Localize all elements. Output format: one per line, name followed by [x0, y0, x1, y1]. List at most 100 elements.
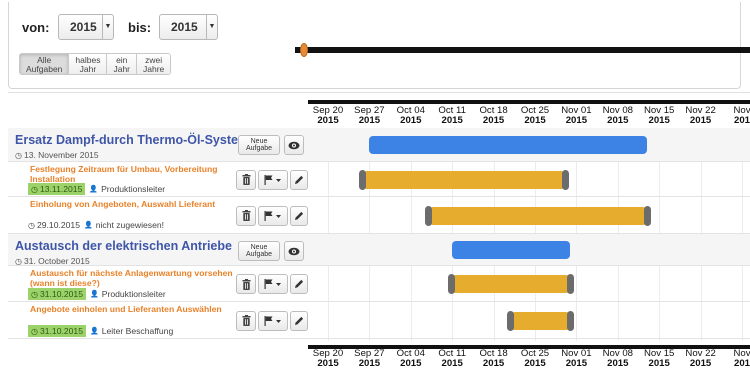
range-two-years-button[interactable]: zwei Jahre	[137, 54, 171, 74]
timeline-header-bottom: Sep 20 2015 Sep 27 2015 Oct 04 2015 Oct 11 2015…	[308, 349, 750, 369]
task-assignee: Produktionsleiter	[101, 184, 166, 194]
task-date-badge: ◷ 29.10.2015	[28, 220, 80, 230]
flag-icon	[264, 279, 282, 289]
task-row: Angebote einholen und Lieferanten Auswäh…	[8, 302, 750, 339]
from-label: von:	[22, 20, 50, 35]
task-title[interactable]: Einholung von Angeboten, Auswahl Liefera…	[30, 199, 248, 209]
timeline-tick: Oct 04 2015	[396, 106, 425, 126]
project-date: ◷ 31. October 2015	[15, 256, 90, 266]
timeline-tick: Sep 20 2015	[312, 106, 344, 126]
delete-task-button[interactable]	[236, 169, 256, 190]
range-half-year-button[interactable]: halbes Jahr	[69, 54, 108, 74]
view-button[interactable]	[284, 241, 304, 261]
divider	[8, 92, 750, 93]
task-title[interactable]: Festlegung Zeitraum für Umbau, Vorbereit…	[30, 164, 248, 184]
task-date-badge: ◷ 31.10.2015	[28, 288, 86, 300]
range-button-group: Alle Aufgaben halbes Jahr ein Jahr zwei Jahr…	[19, 53, 172, 75]
timeline-tick: Oct 18 2015	[479, 106, 508, 126]
to-label: bis:	[128, 20, 152, 35]
task-date-badge: ◷ 31.10.2015	[28, 325, 86, 337]
flag-dropdown-button[interactable]	[258, 274, 288, 294]
task-gantt-bar[interactable]	[511, 311, 571, 330]
task-start-handle[interactable]	[424, 205, 432, 226]
trash-icon	[242, 315, 251, 326]
edit-task-button[interactable]	[290, 274, 308, 294]
project-gantt-bar[interactable]	[369, 136, 648, 154]
chevron-down-icon: ▼	[206, 15, 217, 39]
task-assignee: Leiter Beschaffung	[101, 326, 174, 336]
flag-dropdown-button[interactable]	[258, 205, 288, 226]
eye-icon	[288, 247, 300, 256]
task-title[interactable]: Austausch für nächste Anlagenwartung vor…	[30, 268, 248, 288]
task-end-handle[interactable]	[561, 169, 569, 190]
project-row: Austausch der elektrischen Antriebe ◷ 31. …	[8, 234, 750, 266]
new-task-button[interactable]: Neue Aufgabe	[238, 241, 280, 261]
trash-icon	[242, 174, 251, 185]
task-gantt-bar[interactable]	[428, 206, 648, 225]
clock-icon: ◷	[15, 257, 22, 266]
pencil-icon	[294, 316, 304, 326]
to-year-value: 2015	[171, 20, 198, 34]
slider-handle[interactable]	[300, 43, 308, 57]
timeline-header-top: Sep 20 2015 Sep 27 2015 Oct 04 2015 Oct 11 2015…	[308, 106, 750, 126]
task-start-handle[interactable]	[507, 310, 515, 331]
timeline-tick: Nov 15 2015	[643, 106, 675, 126]
task-end-handle[interactable]	[644, 205, 652, 226]
flag-dropdown-button[interactable]	[258, 310, 288, 331]
project-gantt-bar[interactable]	[452, 241, 571, 259]
new-task-button[interactable]: Neue Aufgabe	[238, 135, 280, 155]
range-one-year-button[interactable]: ein Jahr	[107, 54, 138, 74]
timeline-tick: Oct 25 2015	[520, 349, 550, 369]
timeline-tick: Nov 08 2015	[602, 349, 633, 369]
task-date-badge: ◷ 13.11.2015	[28, 183, 86, 195]
from-year-value: 2015	[70, 20, 97, 34]
edit-task-button[interactable]	[290, 169, 308, 190]
from-year-select[interactable]: 2015 ▼	[58, 14, 114, 40]
task-title[interactable]: Angebote einholen und Lieferanten Auswäh…	[30, 304, 248, 314]
pencil-icon	[294, 279, 304, 289]
eye-icon	[288, 141, 300, 150]
task-end-handle[interactable]	[567, 274, 575, 294]
delete-task-button[interactable]	[236, 310, 256, 331]
timeline-tick: Oct 11 2015	[438, 106, 466, 126]
timeline-tick: Nov 22 2015	[685, 106, 716, 126]
task-meta: ◷ 31.10.2015 👤 Leiter Beschaffung	[28, 325, 173, 337]
task-gantt-bar[interactable]	[452, 275, 571, 293]
trash-icon	[242, 210, 251, 221]
edit-task-button[interactable]	[290, 310, 308, 331]
task-meta: ◷ 29.10.2015 👤 nicht zugewiesen!	[28, 220, 164, 230]
range-all-tasks-button[interactable]: Alle Aufgaben	[20, 54, 70, 74]
delete-task-button[interactable]	[236, 274, 256, 294]
timeline-tick: Oct 25 2015	[520, 106, 550, 126]
timeline-tick: Sep 27 2015	[354, 349, 385, 369]
clock-icon: ◷	[31, 289, 38, 299]
to-year-select[interactable]: 2015 ▼	[159, 14, 218, 40]
task-start-handle[interactable]	[359, 169, 367, 190]
task-row: Austausch für nächste Anlagenwartung vor…	[8, 266, 750, 302]
flag-icon	[264, 174, 282, 185]
project-title[interactable]: Ersatz Dampf-durch Thermo-Öl-System	[15, 133, 249, 147]
edit-task-button[interactable]	[290, 205, 308, 226]
timeline-tick: Oct 18 2015	[479, 349, 508, 369]
time-range-slider[interactable]	[295, 47, 750, 53]
view-button[interactable]	[284, 135, 304, 155]
pencil-icon	[294, 211, 304, 221]
timeline-tick: Nov 01 2015	[561, 349, 592, 369]
delete-task-button[interactable]	[236, 205, 256, 226]
task-assignee: Produktionsleiter	[101, 289, 166, 299]
flag-icon	[264, 315, 282, 326]
task-gantt-bar[interactable]	[363, 170, 565, 189]
task-start-handle[interactable]	[448, 274, 456, 294]
clock-icon: ◷	[28, 220, 35, 230]
person-icon: 👤	[84, 222, 93, 229]
task-meta: ◷ 31.10.2015 👤 Produktionsleiter	[28, 288, 166, 300]
task-end-handle[interactable]	[567, 310, 575, 331]
project-title[interactable]: Austausch der elektrischen Antriebe	[15, 239, 232, 253]
clock-icon: ◷	[31, 184, 38, 194]
trash-icon	[242, 278, 251, 290]
flag-dropdown-button[interactable]	[258, 169, 288, 190]
timeline-tick: Sep 27 2015	[354, 106, 385, 126]
timeline-tick: Nov 01 2015	[561, 106, 592, 126]
task-meta: ◷ 13.11.2015 👤 Produktionsleiter	[28, 183, 165, 195]
timeline-scale-bar-top	[308, 100, 750, 104]
